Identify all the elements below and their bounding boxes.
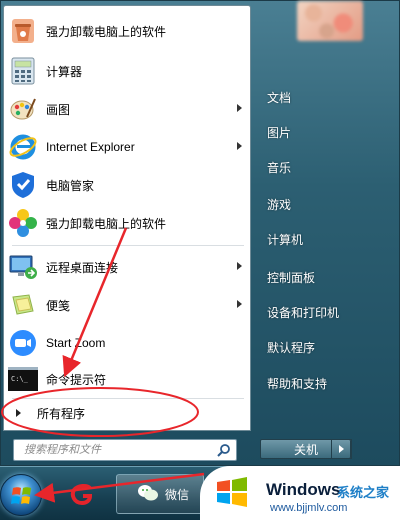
arrow-right-icon [16,409,21,417]
watermark-url: www.bjjmlv.com [270,502,348,514]
program-item[interactable]: 强力卸载电脑上的软件 [4,204,250,242]
program-item[interactable]: 计算器 [4,52,250,90]
program-label: 强力卸载电脑上的软件 [46,216,167,231]
right-item-documents[interactable]: 文档 [263,83,393,111]
programs-pane: 强力卸载电脑上的软件 计算器 画图 Internet Explorer 电脑管家… [3,5,251,431]
shutdown-options-button[interactable] [331,439,351,459]
search-input[interactable] [24,441,204,459]
user-avatar[interactable] [297,1,363,41]
search-box [13,439,237,461]
start-menu: 强力卸载电脑上的软件 计算器 画图 Internet Explorer 电脑管家… [0,0,400,466]
submenu-arrow-icon[interactable] [237,142,242,150]
program-label: 画图 [46,102,71,117]
taskbar-wechat[interactable]: 微信 [116,474,204,514]
watermark-cn: 系统之家 [337,485,390,500]
watermark: Windows 系统之家 www.bjjmlv.com [200,466,400,520]
submenu-arrow-icon[interactable] [237,104,242,112]
program-item[interactable]: Internet Explorer [4,128,250,166]
right-item-games[interactable]: 游戏 [263,190,393,218]
program-item[interactable]: 画图 [4,90,250,128]
zoom-icon [8,328,38,358]
right-item-default-programs[interactable]: 默认程序 [263,333,393,361]
wechat-icon [137,484,159,505]
divider [12,245,244,246]
paint-icon [8,94,38,124]
internet-explorer-icon [8,132,38,162]
all-programs-button[interactable]: 所有程序 [4,398,250,428]
svg-text:C:\_: C:\_ [11,375,29,383]
program-label: 便笺 [46,298,71,313]
all-programs-label: 所有程序 [37,406,86,421]
program-item[interactable]: C:\_ 命令提示符 [4,360,250,398]
red-g-app-icon [70,483,93,506]
right-item-pictures[interactable]: 图片 [263,118,393,146]
program-item[interactable]: Start Zoom [4,324,250,362]
program-label: 强力卸载电脑上的软件 [46,24,167,39]
colorful-flower-icon [8,208,38,238]
remote-desktop-icon [8,252,38,282]
program-label: 远程桌面连接 [46,260,119,275]
right-item-computer[interactable]: 计算机 [263,225,393,253]
wechat-label: 微信 [165,487,190,502]
sticky-notes-icon [8,290,38,320]
program-item[interactable]: 便笺 [4,286,250,324]
calculator-icon [8,56,38,86]
program-label: 电脑管家 [46,178,95,193]
program-item[interactable]: 远程桌面连接 [4,248,250,286]
pc-manager-icon [8,170,38,200]
right-item-devices-printers[interactable]: 设备和打印机 [263,298,393,326]
right-item-music[interactable]: 音乐 [263,153,393,181]
program-item[interactable]: 强力卸载电脑上的软件 [4,12,250,50]
windows-logo-icon [11,487,31,504]
arrow-right-icon [338,445,344,453]
cmd-icon: C:\_ [8,364,38,394]
right-item-help-support[interactable]: 帮助和支持 [263,369,393,397]
windows-watermark-logo-icon [217,477,247,507]
taskbar-app-red[interactable] [62,478,102,512]
start-button[interactable] [0,474,42,516]
uninstall-icon [8,16,38,46]
submenu-arrow-icon[interactable] [237,262,242,270]
right-item-control-panel[interactable]: 控制面板 [263,263,393,291]
program-label: 命令提示符 [46,372,107,387]
program-item[interactable]: 电脑管家 [4,166,250,204]
program-label: Start Zoom [46,336,106,350]
submenu-arrow-icon[interactable] [237,300,242,308]
watermark-brand: Windows [266,480,341,499]
program-label: 计算器 [46,64,83,79]
program-label: Internet Explorer [46,140,135,154]
search-icon[interactable] [215,442,233,458]
